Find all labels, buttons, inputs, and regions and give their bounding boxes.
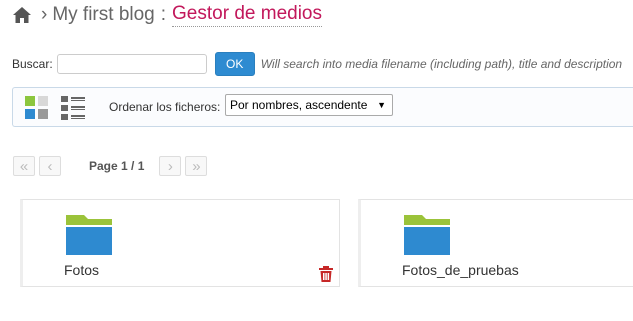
search-label: Buscar: — [12, 57, 53, 71]
folder-name[interactable]: Fotos_de_pruebas — [402, 262, 519, 278]
last-page-button[interactable]: » — [185, 156, 208, 176]
home-icon[interactable] — [12, 5, 32, 25]
sort-select[interactable]: Por nombres, ascendente ▼ — [225, 94, 393, 116]
first-page-button[interactable]: « — [13, 156, 35, 176]
search-input[interactable] — [56, 54, 207, 74]
breadcrumb-colon: : — [160, 4, 167, 25]
folder-name[interactable]: Fotos — [64, 262, 99, 278]
sort-select-value: Por nombres, ascendente — [230, 98, 368, 112]
search-row: Buscar: OK Will search into media filena… — [12, 52, 622, 76]
folder-icon[interactable] — [64, 213, 114, 257]
trash-icon[interactable] — [319, 266, 333, 282]
folder-card[interactable]: Fotos_de_pruebas — [358, 199, 633, 287]
breadcrumb-blog-link[interactable]: My first blog — [52, 4, 154, 26]
folder-icon[interactable] — [402, 213, 452, 257]
breadcrumb-separator: › — [41, 4, 48, 25]
breadcrumb: › My first blog : Gestor de medios — [12, 3, 322, 27]
folder-card[interactable]: Fotos — [20, 199, 340, 287]
list-view-icon[interactable] — [61, 96, 85, 120]
page-title[interactable]: Gestor de medios — [172, 3, 322, 27]
next-page-button[interactable]: › — [159, 156, 182, 176]
search-hint: Will search into media filename (includi… — [260, 57, 623, 71]
sort-label: Ordenar los ficheros: — [109, 100, 221, 114]
search-ok-button[interactable]: OK — [214, 52, 255, 76]
page-info: Page 1 / 1 — [89, 159, 145, 173]
chevron-down-icon: ▼ — [377, 100, 386, 110]
grid-view-icon[interactable] — [25, 96, 49, 120]
pagination: « ‹ Page 1 / 1 › » — [13, 155, 211, 177]
view-options-bar: Ordenar los ficheros: Por nombres, ascen… — [12, 87, 633, 127]
prev-page-button[interactable]: ‹ — [39, 156, 61, 176]
